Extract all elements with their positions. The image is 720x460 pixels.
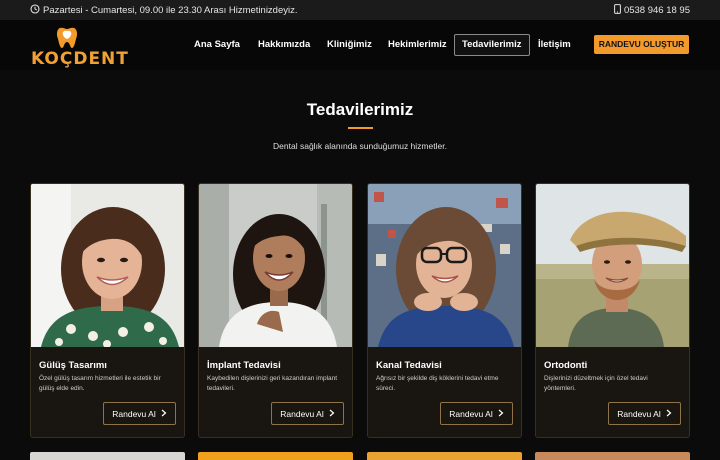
appointment-button-label: Randevu Al: [449, 408, 493, 419]
treatment-description: Özel gülüş tasarım hizmetleri ile esteti…: [39, 375, 161, 392]
nav-item-iletisim[interactable]: İletişim: [538, 34, 571, 56]
phone-contact[interactable]: 0538 946 18 95: [614, 4, 690, 17]
nav-item-ana-sayfa[interactable]: Ana Sayfa: [194, 34, 240, 56]
nav-item-hakkimizda[interactable]: Hakkımızda: [258, 34, 310, 56]
appointment-button[interactable]: Randevu Al: [440, 402, 513, 425]
opening-hours-text: Pazartesi - Cumartesi, 09.00 ile 23.30 A…: [43, 5, 298, 16]
section-subtitle: Dental sağlık alanında sunduğumuz hizmet…: [273, 141, 447, 151]
next-card-peek: [30, 452, 185, 460]
treatment-photo: [199, 184, 352, 347]
opening-hours: Pazartesi - Cumartesi, 09.00 ile 23.30 A…: [30, 4, 298, 17]
phone-icon: [614, 4, 621, 17]
appointment-button-label: Randevu Al: [280, 408, 324, 419]
chevron-right-icon: [666, 409, 672, 419]
treatment-card-kanal-tedavisi: Kanal Tedavisi Ağrısız bir şekilde diş k…: [367, 183, 522, 438]
next-card-peek: [198, 452, 353, 460]
next-card-peek: [535, 452, 690, 460]
treatment-description: Dişlerinizi düzeltmek için özel tedavi y…: [544, 375, 648, 392]
treatment-photo: [536, 184, 689, 347]
treatment-title: İmplant Tedavisi: [207, 360, 281, 371]
treatment-photo: [31, 184, 184, 347]
treatment-card-gulus-tasarimi: Gülüş Tasarımı Özel gülüş tasarım hizmet…: [30, 183, 185, 438]
nav-item-klinigimiz[interactable]: Kliniğimiz: [327, 34, 372, 56]
treatment-description: Ağrısız bir şekilde diş köklerini tedavi…: [376, 375, 499, 392]
appointment-button-label: Randevu Al: [617, 408, 661, 419]
appointment-button[interactable]: Randevu Al: [103, 402, 176, 425]
chevron-right-icon: [329, 409, 335, 419]
treatment-card-ortodonti: Ortodonti Dişlerinizi düzeltmek için öze…: [535, 183, 690, 438]
chevron-right-icon: [498, 409, 504, 419]
treatment-title: Gülüş Tasarımı: [39, 360, 107, 371]
title-divider: [348, 127, 373, 129]
phone-number[interactable]: 0538 946 18 95: [624, 5, 690, 16]
appointment-button[interactable]: Randevu Al: [271, 402, 344, 425]
treatment-title: Ortodonti: [544, 360, 588, 371]
appointment-button-label: Randevu Al: [112, 408, 156, 419]
chevron-right-icon: [161, 409, 167, 419]
treatment-title: Kanal Tedavisi: [376, 360, 442, 371]
top-info-bar: Pazartesi - Cumartesi, 09.00 ile 23.30 A…: [0, 0, 720, 20]
treatment-photo: [368, 184, 521, 347]
appointment-button[interactable]: Randevu Al: [608, 402, 681, 425]
nav-item-hekimlerimiz[interactable]: Hekimlerimiz: [388, 34, 447, 56]
treatment-card-implant-tedavisi: İmplant Tedavisi Kaybedilen dişlerinizi …: [198, 183, 353, 438]
appointment-cta-button[interactable]: RANDEVU OLUŞTUR: [594, 35, 689, 54]
section-title: Tedavilerimiz: [306, 100, 414, 119]
clock-icon: [30, 4, 40, 17]
nav-item-tedavilerimiz[interactable]: Tedavilerimiz: [454, 34, 530, 56]
treatment-description: Kaybedilen dişlerinizi geri kazandıran i…: [207, 375, 338, 392]
next-card-peek: [367, 452, 522, 460]
